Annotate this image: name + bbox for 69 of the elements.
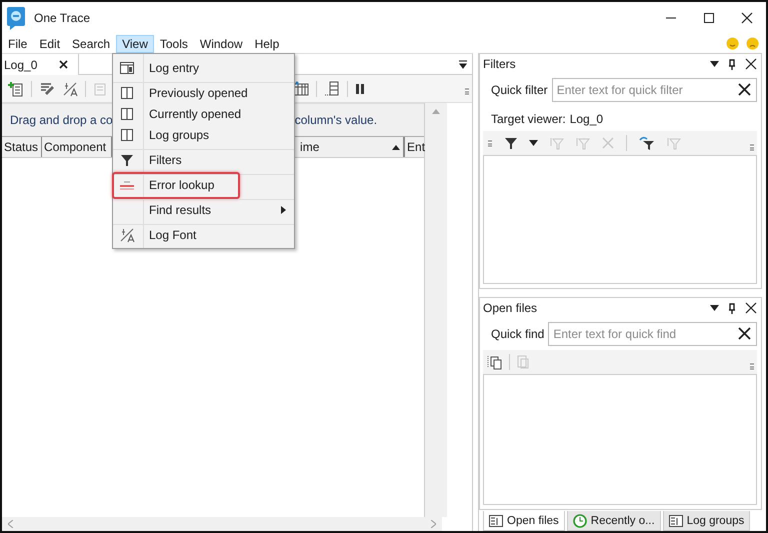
clear-icon[interactable] — [738, 327, 751, 340]
close-icon[interactable] — [745, 302, 757, 314]
frown-icon[interactable] — [746, 37, 759, 50]
filter-refresh-icon[interactable] — [639, 136, 655, 150]
sheet-icon[interactable] — [324, 80, 340, 96]
vertical-scrollbar[interactable] — [425, 103, 447, 517]
columns-icon[interactable] — [293, 80, 309, 96]
close-icon[interactable] — [745, 58, 757, 70]
menu-item[interactable]: View — [116, 34, 154, 52]
dropdown-icon[interactable] — [710, 305, 719, 311]
clear-icon[interactable] — [738, 83, 751, 96]
field-label: Target viewer: — [491, 112, 566, 126]
panel-title: Filters — [483, 57, 517, 71]
panel-icon — [120, 62, 134, 74]
menu-item[interactable]: Log entry — [113, 57, 294, 78]
app-icon — [6, 6, 26, 30]
target-viewer-value: Log_0 — [570, 112, 604, 126]
document-tab[interactable]: Log_0 — [2, 54, 80, 75]
pane-icon — [120, 128, 134, 142]
group-hint: Drag and drop a co — [10, 113, 113, 127]
search-field[interactable]: Enter text for quick filter — [552, 78, 757, 102]
pin-icon[interactable] — [728, 58, 736, 70]
font-icon[interactable] — [62, 80, 78, 96]
panel-tab[interactable]: Open files — [483, 511, 565, 531]
window-title: One Trace — [34, 11, 90, 25]
menu-item[interactable]: Edit — [33, 34, 66, 52]
dropdown-icon[interactable] — [710, 61, 719, 67]
menu-item[interactable]: Currently opened — [113, 103, 294, 124]
clock-icon — [572, 514, 587, 528]
group-hint: column's value. — [294, 113, 378, 127]
menu-item[interactable]: Filters — [113, 149, 294, 170]
panel-icon — [489, 514, 503, 526]
pin-icon[interactable] — [728, 302, 736, 314]
field-label: Quick filter — [491, 83, 548, 97]
add-file-icon[interactable] — [8, 80, 24, 96]
copy-icon[interactable] — [487, 354, 503, 370]
smiley-icon[interactable] — [726, 37, 739, 50]
grip-icon — [487, 140, 493, 146]
filter-icon[interactable] — [505, 136, 517, 150]
pause-icon[interactable] — [355, 82, 365, 94]
overflow-icon[interactable] — [749, 362, 755, 370]
menu-item[interactable]: Tools — [154, 34, 194, 52]
search-field[interactable]: Enter text for quick find — [548, 322, 757, 346]
caret-icon[interactable] — [529, 140, 538, 146]
panel-tab[interactable]: Log groups — [662, 511, 750, 531]
panel-title: Open files — [483, 301, 538, 315]
menu-item[interactable]: Window — [194, 34, 249, 52]
menu-item[interactable]: Error lookup — [113, 174, 294, 195]
overflow-icon[interactable] — [749, 144, 755, 150]
column-header[interactable]: ime — [298, 137, 404, 157]
pane-icon — [120, 106, 134, 120]
menu-item[interactable]: File — [2, 34, 34, 52]
edit-icon[interactable] — [39, 80, 55, 96]
close-icon[interactable] — [59, 60, 68, 69]
filter-icon — [121, 154, 133, 166]
panel-tab[interactable]: Recently o... — [566, 511, 661, 531]
menu-item[interactable]: Log Font — [113, 224, 294, 245]
font-icon — [119, 227, 135, 243]
overflow-icon[interactable] — [464, 88, 470, 95]
menu-item[interactable]: Help — [248, 34, 286, 52]
menu-item[interactable]: Search — [66, 34, 116, 52]
menu-item[interactable]: Log groups — [113, 124, 294, 145]
panel-icon — [668, 514, 683, 526]
sort-arrow-icon — [392, 144, 400, 150]
column-header[interactable]: Status — [2, 137, 42, 157]
field-label: Quick find — [491, 327, 544, 341]
error-lookup-icon — [119, 179, 135, 191]
menu-item[interactable]: Find results — [113, 199, 294, 220]
pane-icon — [120, 86, 134, 100]
